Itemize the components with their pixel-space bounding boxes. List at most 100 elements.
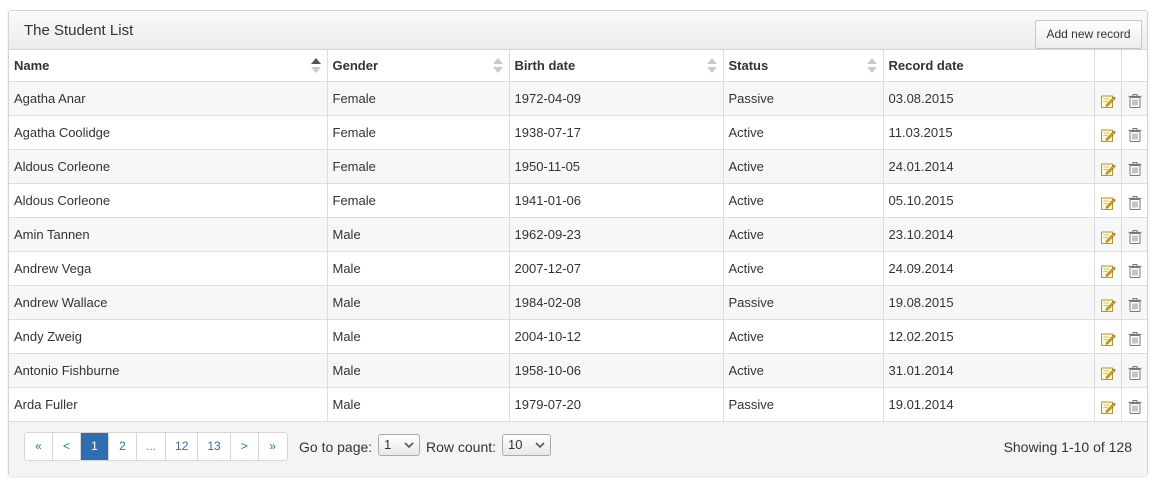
page-button[interactable]: 13 xyxy=(198,433,231,460)
table-row[interactable]: Andy Zweig Male 2004-10-12 Active 12.02.2015 xyxy=(9,319,1147,354)
column-header-status[interactable]: Status xyxy=(723,50,884,82)
cell-record: 05.10.2015 xyxy=(883,183,1095,218)
goto-page-select[interactable]: 1 xyxy=(378,434,420,456)
column-header-name[interactable]: Name xyxy=(9,50,328,82)
cell-name: Agatha Coolidge xyxy=(9,115,328,150)
cell-record: 24.01.2014 xyxy=(883,149,1095,184)
table-row[interactable]: Agatha Anar Female 1972-04-09 Passive 03.08.… xyxy=(9,81,1147,116)
student-list-panel: The Student List Add new record Name Gen… xyxy=(8,10,1148,476)
trash-icon[interactable] xyxy=(1127,297,1143,313)
edit-icon[interactable] xyxy=(1100,297,1116,313)
column-header-birth-date[interactable]: Birth date xyxy=(509,50,724,82)
trash-icon[interactable] xyxy=(1127,365,1143,381)
row-count-label: Row count: xyxy=(426,439,497,455)
edit-icon[interactable] xyxy=(1100,331,1116,347)
cell-status: Active xyxy=(723,319,884,354)
trash-icon[interactable] xyxy=(1127,399,1143,415)
table-row[interactable]: Andrew Wallace Male 1984-02-08 Passive 19.08… xyxy=(9,285,1147,320)
trash-icon[interactable] xyxy=(1127,229,1143,245)
cell-status: Active xyxy=(723,217,884,252)
trash-icon[interactable] xyxy=(1127,127,1143,143)
table-row[interactable]: Andrew Vega Male 2007-12-07 Active 24.09.201… xyxy=(9,251,1147,286)
edit-icon[interactable] xyxy=(1100,93,1116,109)
table-row[interactable]: Antonio Fishburne Male 1958-10-06 Active 31.… xyxy=(9,353,1147,388)
edit-cell xyxy=(1094,217,1122,252)
edit-icon[interactable] xyxy=(1100,161,1116,177)
cell-gender: Male xyxy=(327,387,510,422)
cell-record: 03.08.2015 xyxy=(883,81,1095,116)
cell-gender: Female xyxy=(327,81,510,116)
student-table: Name Gender Birth date Status Record dat… xyxy=(9,50,1147,422)
page-button[interactable]: > xyxy=(230,433,259,460)
trash-icon[interactable] xyxy=(1127,263,1143,279)
table-row[interactable]: Aldous Corleone Female 1950-11-05 Active 24.… xyxy=(9,149,1147,184)
cell-name: Aldous Corleone xyxy=(9,149,328,184)
edit-icon[interactable] xyxy=(1100,229,1116,245)
cell-birth: 1958-10-06 xyxy=(509,353,724,388)
delete-cell xyxy=(1121,81,1147,116)
cell-gender: Male xyxy=(327,319,510,354)
trash-icon[interactable] xyxy=(1127,93,1143,109)
page-button[interactable]: » xyxy=(258,433,287,460)
edit-cell xyxy=(1094,285,1122,320)
column-header-gender[interactable]: Gender xyxy=(327,50,510,82)
cell-birth: 1984-02-08 xyxy=(509,285,724,320)
cell-name: Andrew Wallace xyxy=(9,285,328,320)
column-header-record-date: Record date xyxy=(883,50,1095,82)
chevron-down-icon xyxy=(404,442,414,449)
cell-gender: Male xyxy=(327,217,510,252)
cell-status: Active xyxy=(723,183,884,218)
column-header-label: Gender xyxy=(332,57,379,73)
edit-icon[interactable] xyxy=(1100,399,1116,415)
cell-status: Passive xyxy=(723,285,884,320)
edit-cell xyxy=(1094,183,1122,218)
cell-birth: 1941-01-06 xyxy=(509,183,724,218)
cell-name: Antonio Fishburne xyxy=(9,353,328,388)
delete-cell xyxy=(1121,353,1147,388)
table-row[interactable]: Agatha Coolidge Female 1938-07-17 Active 11.… xyxy=(9,115,1147,150)
cell-birth: 1979-07-20 xyxy=(509,387,724,422)
page-button[interactable]: 12 xyxy=(166,433,199,460)
goto-page-value: 1 xyxy=(384,437,392,452)
cell-record: 12.02.2015 xyxy=(883,319,1095,354)
delete-cell xyxy=(1121,251,1147,286)
cell-name: Andy Zweig xyxy=(9,319,328,354)
sort-icon[interactable] xyxy=(706,58,717,74)
cell-record: 19.08.2015 xyxy=(883,285,1095,320)
table-row[interactable]: Arda Fuller Male 1979-07-20 Passive 19.01.20… xyxy=(9,387,1147,422)
page-button[interactable]: « xyxy=(25,433,53,460)
row-count-select[interactable]: 10 xyxy=(502,434,551,456)
showing-count: Showing 1-10 of 128 xyxy=(1003,439,1132,455)
trash-icon[interactable] xyxy=(1127,161,1143,177)
sort-icon[interactable] xyxy=(866,58,877,74)
column-header-edit xyxy=(1094,50,1122,82)
cell-record: 23.10.2014 xyxy=(883,217,1095,252)
edit-icon[interactable] xyxy=(1100,195,1116,211)
cell-gender: Female xyxy=(327,183,510,218)
cell-birth: 2007-12-07 xyxy=(509,251,724,286)
cell-record: 19.01.2014 xyxy=(883,387,1095,422)
edit-cell xyxy=(1094,319,1122,354)
panel-header: The Student List Add new record xyxy=(9,11,1147,50)
delete-cell xyxy=(1121,387,1147,422)
edit-icon[interactable] xyxy=(1100,127,1116,143)
cell-status: Active xyxy=(723,115,884,150)
edit-icon[interactable] xyxy=(1100,365,1116,381)
trash-icon[interactable] xyxy=(1127,331,1143,347)
pagination: «<1 2... 12 13 >» xyxy=(24,432,288,461)
table-header-row: Name Gender Birth date Status Record dat… xyxy=(9,50,1147,82)
edit-icon[interactable] xyxy=(1100,263,1116,279)
cell-gender: Female xyxy=(327,149,510,184)
table-row[interactable]: Amin Tannen Male 1962-09-23 Active 23.10.201… xyxy=(9,217,1147,252)
sort-icon[interactable] xyxy=(492,58,503,74)
trash-icon[interactable] xyxy=(1127,195,1143,211)
add-new-record-button[interactable]: Add new record xyxy=(1035,20,1142,49)
delete-cell xyxy=(1121,115,1147,150)
table-row[interactable]: Aldous Corleone Female 1941-01-06 Active 05.… xyxy=(9,183,1147,218)
page-button[interactable]: 1 xyxy=(81,433,109,460)
column-header-label: Record date xyxy=(888,57,964,73)
sort-ascending-icon[interactable] xyxy=(310,58,321,74)
cell-status: Active xyxy=(723,251,884,286)
page-button[interactable]: < xyxy=(53,433,81,460)
page-button[interactable]: 2 xyxy=(109,433,137,460)
